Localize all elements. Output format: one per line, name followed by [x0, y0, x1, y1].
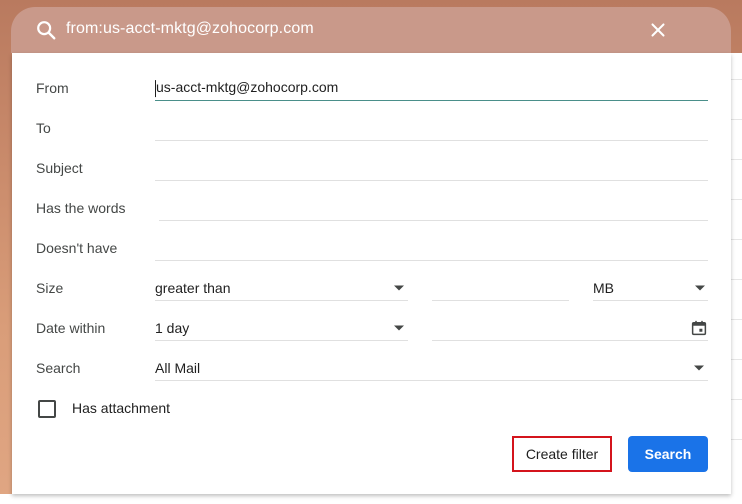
date-range-value: 1 day	[155, 320, 190, 336]
doesnt-have-field[interactable]	[155, 221, 708, 261]
size-unit-value: MB	[593, 280, 614, 296]
search-in-select[interactable]: All Mail	[155, 341, 708, 381]
subject-label: Subject	[36, 160, 83, 176]
search-in-value: All Mail	[155, 360, 201, 376]
doesnt-have-row: Doesn't have	[12, 221, 731, 261]
search-in-label: Search	[36, 360, 81, 376]
from-value: us-acct-mktg@zohocorp.com	[156, 79, 339, 96]
advanced-search-panel: From us-acct-mktg@zohocorp.com To Subjec…	[12, 53, 731, 494]
chevron-down-icon	[394, 285, 404, 291]
search-button[interactable]: Search	[628, 436, 708, 472]
search-query-text[interactable]: from:us-acct-mktg@zohocorp.com	[66, 20, 314, 38]
date-input[interactable]	[432, 301, 708, 341]
has-words-row: Has the words	[12, 181, 731, 221]
search-bar[interactable]: from:us-acct-mktg@zohocorp.com	[11, 7, 731, 53]
date-label: Date within	[36, 320, 106, 336]
subject-field[interactable]	[155, 141, 708, 181]
size-value-input[interactable]	[432, 261, 569, 301]
to-field[interactable]	[155, 101, 708, 141]
background-email-list	[731, 53, 742, 504]
from-field[interactable]: us-acct-mktg@zohocorp.com	[155, 61, 708, 101]
from-label: From	[36, 80, 69, 96]
background-email-row	[0, 494, 742, 504]
close-icon[interactable]	[647, 19, 669, 41]
size-label: Size	[36, 280, 64, 296]
doesnt-have-label: Doesn't have	[36, 240, 118, 256]
has-words-field[interactable]	[159, 181, 708, 221]
size-row: Size greater than MB	[12, 261, 731, 301]
size-operator-value: greater than	[155, 280, 231, 296]
chevron-down-icon	[394, 325, 404, 331]
to-row: To	[12, 101, 731, 141]
search-icon[interactable]	[35, 19, 57, 41]
search-in-row: Search All Mail	[12, 341, 731, 381]
date-range-select[interactable]: 1 day	[155, 301, 408, 341]
to-label: To	[36, 120, 51, 136]
size-operator-select[interactable]: greater than	[155, 261, 408, 301]
has-attachment-label: Has attachment	[72, 400, 171, 416]
size-unit-select[interactable]: MB	[593, 261, 708, 301]
date-row: Date within 1 day	[12, 301, 731, 341]
from-row: From us-acct-mktg@zohocorp.com	[12, 61, 731, 101]
has-words-label: Has the words	[36, 200, 126, 216]
has-attachment-checkbox[interactable]	[38, 400, 56, 418]
chevron-down-icon	[695, 285, 705, 291]
subject-row: Subject	[12, 141, 731, 181]
create-filter-button[interactable]: Create filter	[512, 436, 612, 472]
chevron-down-icon	[694, 365, 704, 371]
calendar-icon[interactable]	[690, 319, 708, 337]
